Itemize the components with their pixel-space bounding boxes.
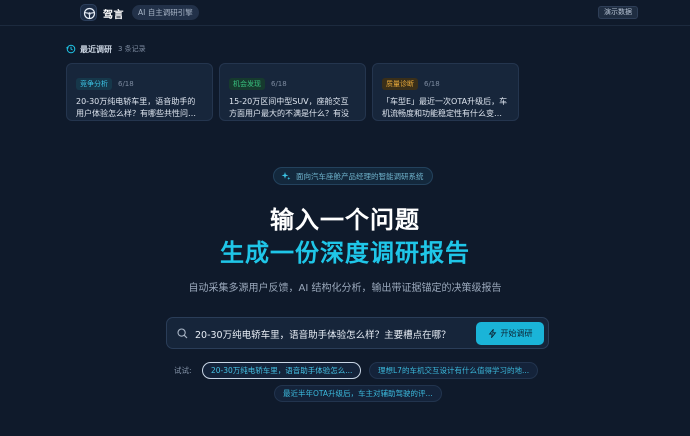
lightning-icon bbox=[488, 329, 496, 338]
search-box: 开始调研 bbox=[166, 317, 549, 349]
suggestion-chip[interactable]: 最近半年OTA升级后，车主对辅助驾驶的评... bbox=[274, 385, 442, 402]
top-bar: 驾言 AI 自主调研引擎 演示数据 bbox=[0, 0, 690, 26]
recent-card[interactable]: 机会发现 6/18 15-20万区间中型SUV，座舱交互方面用户最大的不满是什么？… bbox=[219, 63, 366, 121]
system-pill: 面向汽车座舱产品经理的智能调研系统 bbox=[273, 167, 433, 185]
card-tag: 机会发现 bbox=[229, 78, 265, 90]
steering-wheel-icon bbox=[83, 7, 96, 20]
recent-header: 最近调研 3 条记录 bbox=[66, 43, 146, 55]
recent-count: 3 条记录 bbox=[118, 45, 146, 53]
suggestion-chip[interactable]: 理想L7的车机交互设计有什么值得学习的地... bbox=[369, 362, 539, 379]
card-date: 6/18 bbox=[118, 80, 134, 88]
engine-badge: AI 自主调研引擎 bbox=[132, 5, 199, 20]
try-label: 试试: bbox=[174, 366, 192, 375]
recent-card[interactable]: 质量诊断 6/18 「车型E」最近一次OTA升级后，车机流畅度和功能稳定性有什么变… bbox=[372, 63, 519, 121]
hero-description: 自动采集多源用户反馈，AI 结构化分析，输出带证据锚定的决策级报告 bbox=[188, 283, 502, 294]
start-research-button[interactable]: 开始调研 bbox=[476, 322, 544, 345]
sparkle-icon bbox=[281, 172, 291, 180]
logo[interactable] bbox=[80, 4, 97, 21]
hero-title: 输入一个问题 bbox=[270, 206, 420, 234]
card-date: 6/18 bbox=[424, 80, 440, 88]
card-date: 6/18 bbox=[271, 80, 287, 88]
recent-card[interactable]: 竞争分析 6/18 20-30万纯电轿车里，语音助手的用户体验怎么样？有哪些共性问… bbox=[66, 63, 213, 121]
suggestion-chip[interactable]: 20-30万纯电轿车里，语音助手体验怎么... bbox=[202, 362, 362, 379]
brand-name: 驾言 bbox=[103, 10, 124, 21]
recent-title: 最近调研 bbox=[80, 44, 112, 54]
hero-subtitle-highlight: 生成一份深度调研报告 bbox=[220, 239, 470, 267]
card-text: 15-20万区间中型SUV，座舱交互方面用户最大的不满是什么？有没有… bbox=[229, 97, 349, 118]
start-research-label: 开始调研 bbox=[500, 329, 533, 338]
card-tag: 质量诊断 bbox=[382, 78, 418, 90]
demo-data-button[interactable]: 演示数据 bbox=[598, 6, 638, 19]
history-icon bbox=[66, 44, 76, 54]
search-icon bbox=[177, 328, 188, 339]
card-text: 「车型E」最近一次OTA升级后，车机流畅度和功能稳定性有什么变… bbox=[382, 97, 508, 118]
search-input[interactable] bbox=[195, 324, 465, 344]
system-pill-text: 面向汽车座舱产品经理的智能调研系统 bbox=[296, 171, 424, 181]
card-tag: 竞争分析 bbox=[76, 78, 112, 90]
app-page: 驾言 AI 自主调研引擎 演示数据 最近调研 3 条记录 竞争分析 6/18 20… bbox=[0, 0, 690, 436]
card-text: 20-30万纯电轿车里，语音助手的用户体验怎么样？有哪些共性问… bbox=[76, 97, 196, 118]
